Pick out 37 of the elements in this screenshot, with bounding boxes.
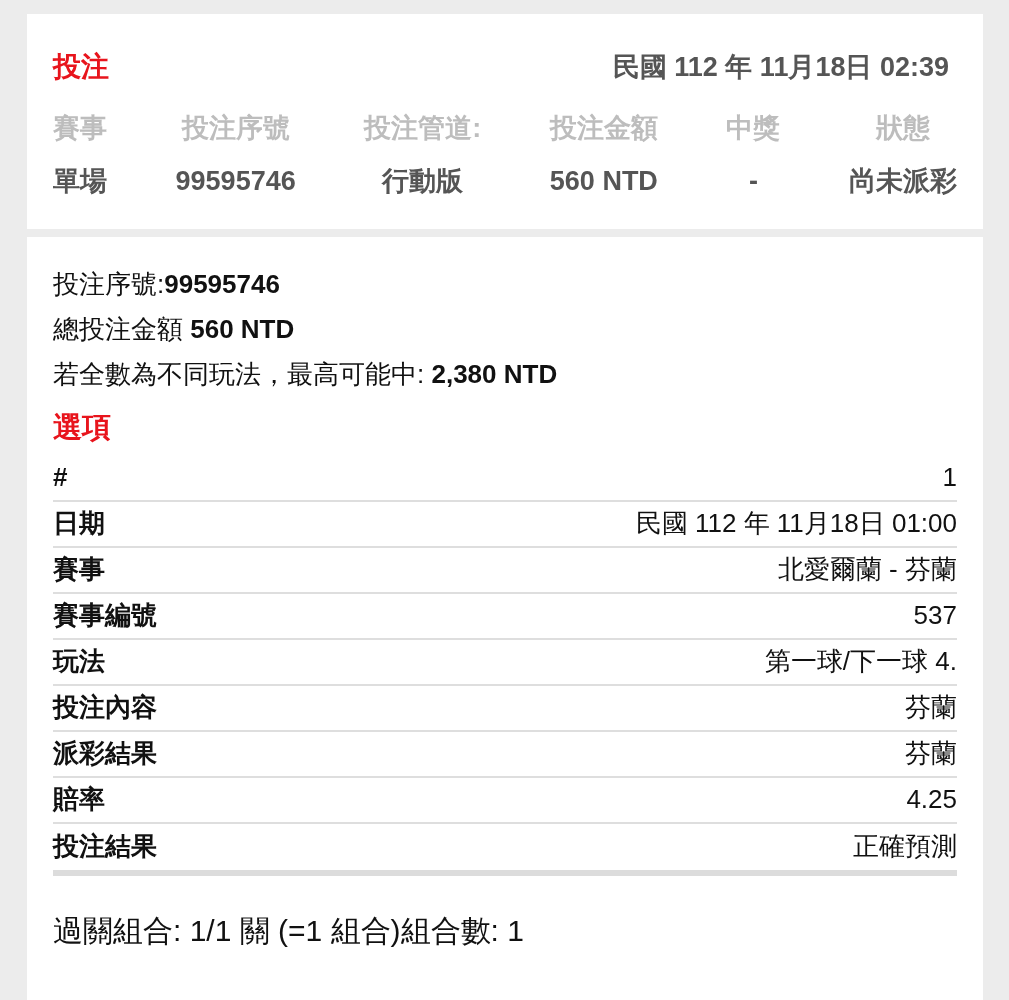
options-title: 選項 — [53, 410, 112, 445]
detail-value: 第一球/下一球 4. — [764, 645, 957, 678]
column-label: 中獎 — [726, 112, 781, 145]
detail-value: 北愛爾蘭 - 芬蘭 — [777, 553, 957, 586]
column-value: 尚未派彩 — [849, 164, 957, 198]
combination-text: 過關組合: 1/1 關 (=1 組合)組合數: 1 — [53, 912, 525, 949]
detail-value: 537 — [913, 599, 957, 632]
summary-line: 投注序號:99595746 — [53, 268, 281, 301]
column-value: 單場 — [53, 164, 107, 198]
summary-line: 若全數為不同玩法，最高可能中: 2,380 NTD — [53, 358, 559, 391]
column-label: 投注管道: — [364, 112, 482, 145]
detail-value: 芬蘭 — [905, 737, 957, 770]
detail-label: 投注結果 — [53, 830, 157, 863]
detail-label: 賽事編號 — [53, 599, 157, 632]
detail-label: # — [53, 461, 68, 494]
column-label: 賽事 — [53, 112, 107, 145]
detail-label: 賽事 — [53, 553, 105, 586]
detail-label: 派彩結果 — [53, 737, 157, 770]
detail-label: 日期 — [53, 507, 105, 540]
bet-datetime: 民國 112 年 11月18日 02:39 — [612, 50, 949, 84]
detail-label: 賠率 — [53, 783, 105, 816]
detail-label: 投注內容 — [53, 691, 157, 724]
column-value: - — [748, 164, 758, 198]
column-value: 行動版 — [382, 164, 464, 198]
detail-value: 1 — [942, 461, 957, 494]
detail-value: 民國 112 年 11月18日 01:00 — [635, 507, 957, 540]
column-label: 投注金額 — [549, 112, 658, 145]
column-label: 狀態 — [876, 112, 930, 145]
column-value: 560 NTD — [549, 164, 658, 198]
column-label: 投注序號 — [181, 112, 290, 145]
detail-value: 4.25 — [906, 783, 957, 816]
detail-label: 玩法 — [53, 645, 105, 678]
column-value: 99595746 — [175, 164, 296, 198]
detail-value: 正確預測 — [853, 830, 957, 863]
summary-line: 總投注金額 560 NTD — [53, 313, 296, 346]
bet-title: 投注 — [53, 50, 109, 84]
detail-value: 芬蘭 — [905, 691, 957, 724]
